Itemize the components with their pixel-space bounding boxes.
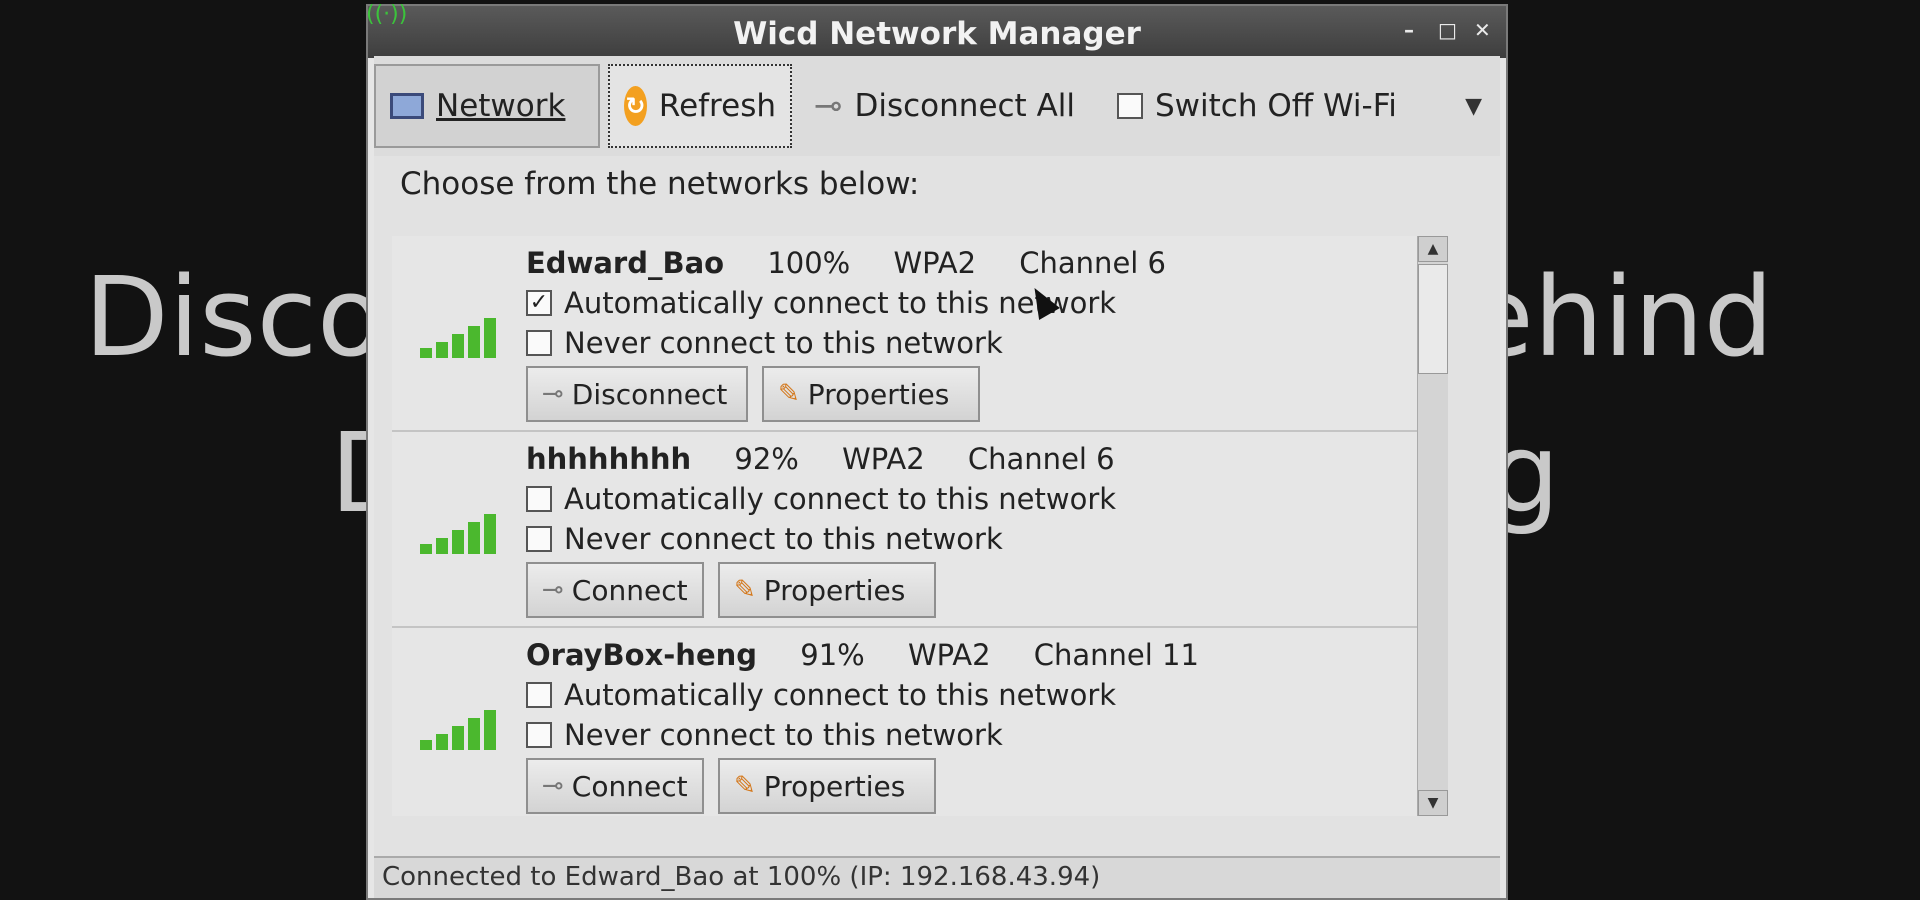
- properties-button-label: Properties: [807, 377, 950, 411]
- disconnect-all-button[interactable]: ⊸ Disconnect All: [798, 64, 1091, 148]
- network-button[interactable]: Network: [374, 64, 600, 148]
- disconnect-button[interactable]: ⊸ Disconnect: [526, 366, 748, 422]
- scroll-thumb[interactable]: [1418, 264, 1448, 374]
- toolbar-overflow-chevron-icon[interactable]: ▼: [1465, 94, 1482, 119]
- choose-network-label: Choose from the networks below:: [400, 166, 920, 202]
- pencil-icon: ✎: [734, 575, 756, 605]
- network-strength: 92%: [734, 442, 799, 476]
- network-encryption: WPA2: [842, 442, 925, 476]
- refresh-button[interactable]: ↻ Refresh: [608, 64, 792, 148]
- network-ssid: hhhhhhhh: [526, 442, 692, 476]
- close-button[interactable]: ✕: [1474, 18, 1491, 42]
- plug-icon: ⊸: [542, 771, 564, 801]
- network-header: Edward_Bao 100% WPA2 Channel 6: [526, 246, 1200, 280]
- pencil-icon: ✎: [734, 771, 756, 801]
- never-connect-checkbox[interactable]: [526, 526, 552, 552]
- switch-off-wifi-toggle[interactable]: Switch Off Wi-Fi: [1101, 64, 1413, 148]
- network-ssid: OrayBox-heng: [526, 638, 758, 672]
- network-item: hhhhhhhh 92% WPA2 Channel 6 Automaticall…: [392, 432, 1440, 628]
- network-channel: Channel 11: [1033, 638, 1199, 672]
- properties-button[interactable]: ✎ Properties: [718, 758, 936, 814]
- network-icon: [390, 93, 424, 119]
- refresh-button-label: Refresh: [658, 88, 776, 124]
- network-encryption: WPA2: [907, 638, 991, 672]
- connect-button-label: Connect: [571, 573, 688, 607]
- auto-connect-checkbox[interactable]: [526, 486, 552, 512]
- title-bar[interactable]: ((·)) Wicd Network Manager – □ ✕: [366, 2, 1506, 58]
- auto-connect-checkbox[interactable]: ✓: [526, 290, 552, 316]
- network-strength: 100%: [767, 246, 851, 280]
- never-connect-option[interactable]: Never connect to this network: [526, 522, 1003, 556]
- connect-button[interactable]: ⊸ Connect: [526, 758, 704, 814]
- network-strength: 91%: [800, 638, 865, 672]
- network-item: OrayBox-heng 91% WPA2 Channel 11 Automat…: [392, 628, 1440, 816]
- network-list-scrollbar[interactable]: ▲ ▼: [1417, 236, 1448, 816]
- signal-strength-icon: [420, 318, 496, 358]
- minimize-button[interactable]: –: [1404, 18, 1414, 42]
- maximize-button[interactable]: □: [1438, 18, 1457, 42]
- signal-strength-icon: [420, 514, 496, 554]
- wicd-window: ((·)) Wicd Network Manager – □ ✕ Network…: [366, 2, 1506, 898]
- network-encryption: WPA2: [893, 246, 977, 280]
- network-button-label: Network: [436, 88, 566, 124]
- never-connect-label: Never connect to this network: [564, 718, 1003, 752]
- never-connect-option[interactable]: Never connect to this network: [526, 326, 1003, 360]
- toolbar: Network ↻ Refresh ⊸ Disconnect All Switc…: [374, 56, 1500, 158]
- properties-button-label: Properties: [763, 573, 906, 607]
- auto-connect-label: Automatically connect to this network: [564, 482, 1117, 516]
- network-channel: Channel 6: [1019, 246, 1167, 280]
- never-connect-label: Never connect to this network: [564, 326, 1003, 360]
- connect-button[interactable]: ⊸ Connect: [526, 562, 704, 618]
- properties-button-label: Properties: [763, 769, 906, 803]
- network-header: OrayBox-heng 91% WPA2 Channel 11: [526, 638, 1233, 672]
- properties-button[interactable]: ✎ Properties: [718, 562, 936, 618]
- never-connect-label: Never connect to this network: [564, 522, 1003, 556]
- network-item: Edward_Bao 100% WPA2 Channel 6 ✓ Automat…: [392, 236, 1440, 432]
- auto-connect-option[interactable]: Automatically connect to this network: [526, 678, 1116, 712]
- network-ssid: Edward_Bao: [526, 246, 725, 280]
- connect-button-label: Connect: [571, 769, 688, 803]
- network-header: hhhhhhhh 92% WPA2 Channel 6: [526, 442, 1149, 476]
- disconnect-all-label: Disconnect All: [854, 88, 1076, 124]
- network-list-area: Choose from the networks below: Edward_B…: [374, 156, 1500, 856]
- refresh-icon: ↻: [624, 86, 647, 126]
- plug-icon: ⊸: [814, 86, 843, 126]
- status-bar: Connected to Edward_Bao at 100% (IP: 192…: [374, 856, 1500, 898]
- auto-connect-checkbox[interactable]: [526, 682, 552, 708]
- background-text-line1-left: Disco: [84, 253, 385, 381]
- pencil-icon: ✎: [778, 379, 800, 409]
- switch-off-wifi-label: Switch Off Wi-Fi: [1155, 88, 1397, 124]
- disconnect-button-label: Disconnect: [571, 377, 728, 411]
- never-connect-checkbox[interactable]: [526, 330, 552, 356]
- never-connect-checkbox[interactable]: [526, 722, 552, 748]
- network-channel: Channel 6: [967, 442, 1115, 476]
- signal-strength-icon: [420, 710, 496, 750]
- never-connect-option[interactable]: Never connect to this network: [526, 718, 1003, 752]
- auto-connect-option[interactable]: Automatically connect to this network: [526, 482, 1116, 516]
- auto-connect-label: Automatically connect to this network: [564, 678, 1117, 712]
- plug-icon: ⊸: [542, 379, 564, 409]
- scroll-down-arrow-icon[interactable]: ▼: [1418, 790, 1448, 816]
- window-title: Wicd Network Manager: [733, 16, 1141, 52]
- properties-button[interactable]: ✎ Properties: [762, 366, 980, 422]
- switch-off-wifi-checkbox[interactable]: [1117, 93, 1143, 119]
- network-list: Edward_Bao 100% WPA2 Channel 6 ✓ Automat…: [392, 236, 1440, 816]
- scroll-up-arrow-icon[interactable]: ▲: [1418, 236, 1448, 262]
- plug-icon: ⊸: [542, 575, 564, 605]
